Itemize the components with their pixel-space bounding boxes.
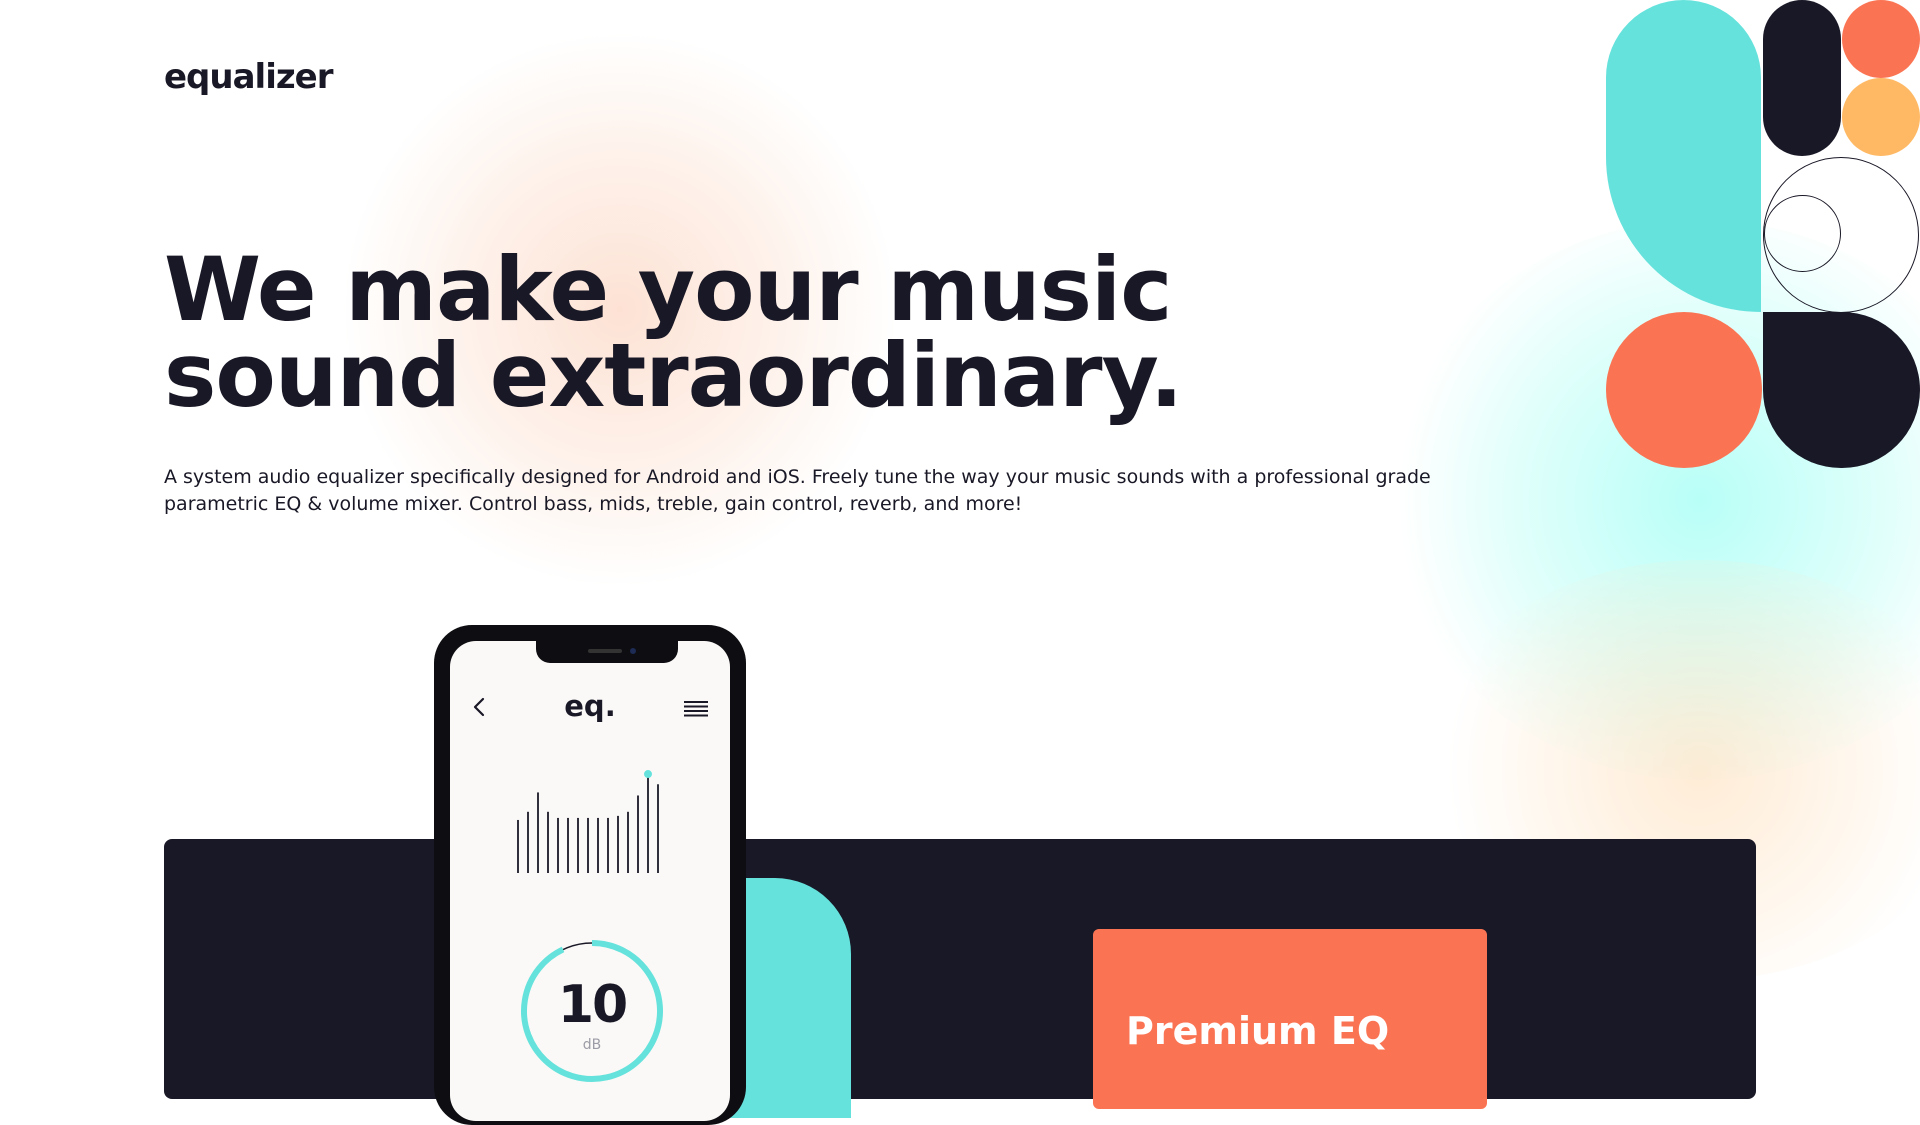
- small-outline-ring-shape: [1764, 195, 1841, 272]
- premium-eq-card: Premium EQ: [1093, 929, 1487, 1109]
- eq-peak-handle[interactable]: [644, 770, 652, 779]
- logo[interactable]: equalizer: [164, 57, 333, 97]
- navy-pill-shape: [1763, 0, 1841, 156]
- decorative-shapes: [1606, 0, 1920, 470]
- hero-title: We make your music sound extraordinary.: [164, 238, 1183, 427]
- db-unit: dB: [582, 1037, 602, 1053]
- cyan-leaf-shape: [1606, 0, 1761, 312]
- premium-eq-title: Premium EQ: [1126, 1009, 1390, 1053]
- orange-circle-shape: [1606, 312, 1762, 468]
- dark-feature-panel: [164, 839, 1756, 1099]
- phone-screen: eq. 10 dB: [450, 641, 730, 1121]
- camera-icon: [630, 648, 636, 654]
- equalizer-bars-graph: [517, 770, 659, 873]
- hamburger-menu-icon[interactable]: [682, 696, 710, 720]
- hero-description: A system audio equalizer specifically de…: [164, 466, 1431, 515]
- speaker-grille: [588, 649, 622, 653]
- phone-notch: [536, 641, 678, 663]
- db-value: 10: [557, 975, 628, 1035]
- orange-dot-shape: [1842, 0, 1920, 78]
- navy-half-circle-shape: [1763, 312, 1920, 468]
- phone-mockup: eq. 10 dB: [434, 625, 746, 1125]
- yellow-dot-shape: [1842, 78, 1920, 156]
